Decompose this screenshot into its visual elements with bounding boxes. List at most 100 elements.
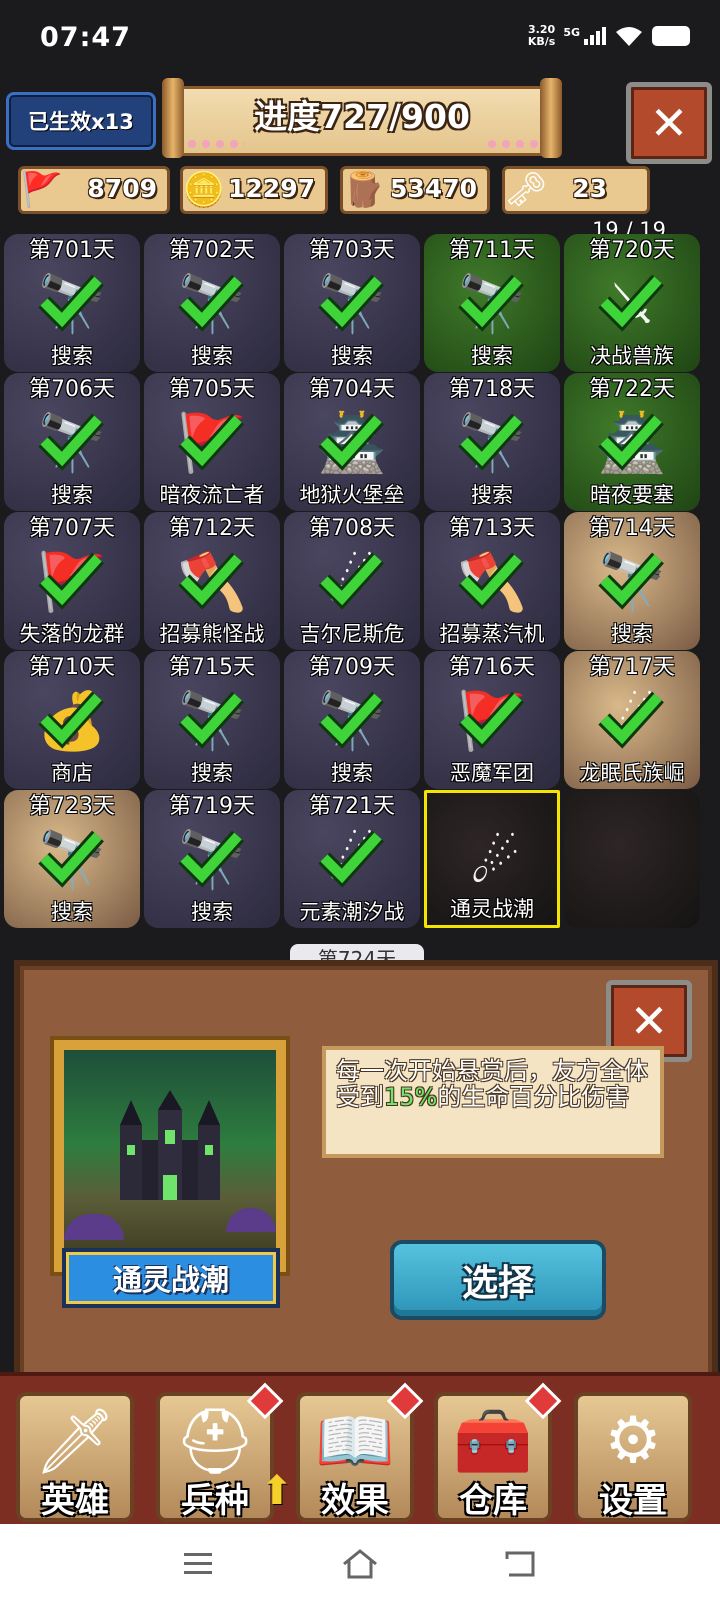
nav-button-sword[interactable]: 🗡 英雄: [16, 1392, 134, 1522]
resource-bar: 🚩 8709 🪙 12297 🪵 53470 🗝 23: [18, 166, 668, 214]
tile-event-name: 搜索: [471, 344, 513, 368]
day-tile[interactable]: [564, 790, 700, 928]
day-tile[interactable]: 🪓 第713天 招募蒸汽机: [424, 512, 560, 650]
check-icon: [318, 413, 384, 471]
status-time: 07:47: [40, 22, 131, 53]
tile-event-name: 搜索: [331, 761, 373, 785]
tile-day-label: 第701天: [29, 238, 115, 263]
gold-coins-icon: 🪙: [182, 170, 226, 210]
close-icon: ✕: [629, 994, 669, 1048]
status-icons: 3.20 KB/s 5G: [528, 24, 690, 48]
sword-icon: 🗡: [34, 1405, 116, 1479]
check-icon: [38, 691, 104, 749]
nav-button-knight-helmet[interactable]: ⛑ 兵种 ⬆: [156, 1382, 294, 1522]
close-button[interactable]: ✕: [626, 82, 712, 164]
day-tile[interactable]: 🔭 第718天 搜索: [424, 373, 560, 511]
check-icon: [458, 552, 524, 610]
day-tile[interactable]: 🚩 第705天 暗夜流亡者: [144, 373, 280, 511]
tile-event-name: 地狱火堡垒: [299, 483, 405, 507]
tile-event-name: 招募蒸汽机: [439, 622, 545, 646]
day-tile[interactable]: 🏯 第704天 地狱火堡垒: [284, 373, 420, 511]
select-button[interactable]: 选择: [390, 1240, 606, 1320]
flower-decoration: [185, 137, 245, 151]
nav-button-spell-book[interactable]: 📖 效果: [296, 1382, 424, 1522]
day-tile[interactable]: 🔭 第706天 搜索: [4, 373, 140, 511]
day-tile[interactable]: 🔭 第703天 搜索: [284, 234, 420, 372]
day-tile[interactable]: 🔭 第723天 搜索: [4, 790, 140, 928]
check-icon: [318, 830, 384, 888]
event-description: 每一次开始悬赏后，友方全体受到15%的生命百分比伤害: [336, 1057, 648, 1111]
tile-event-name: 搜索: [471, 483, 513, 507]
back-icon[interactable]: [498, 1544, 542, 1584]
progress-text: 进度727/900: [254, 97, 470, 136]
check-icon: [598, 413, 664, 471]
day-tile[interactable]: 🔭 第714天 搜索: [564, 512, 700, 650]
check-icon: [38, 413, 104, 471]
tile-day-label: 第720天: [589, 238, 675, 263]
day-tile[interactable]: 🔭 第701天 搜索: [4, 234, 140, 372]
menu-icon[interactable]: [176, 1544, 220, 1584]
wifi-icon: [616, 27, 642, 46]
tile-event-name: 搜索: [191, 344, 233, 368]
day-tile[interactable]: ⚔ 第720天 决战兽族: [564, 234, 700, 372]
tile-event-name: 通灵战潮: [450, 897, 534, 921]
check-icon: [598, 552, 664, 610]
battery-icon: [652, 26, 690, 46]
resource-crystal: 🗝 23: [502, 166, 650, 214]
resource-value: 23: [572, 174, 607, 203]
day-grid: 🔭 第701天 搜索 🔭 第702天 搜索 🔭 第703天 搜索 🔭 第711天 搜索 ⚔ 第720天 决战…: [4, 234, 720, 946]
progress-scroll: 进度727/900: [162, 78, 562, 158]
tile-event-name: 搜索: [51, 344, 93, 368]
spell-book-icon: 📖: [315, 1405, 395, 1479]
check-icon: [318, 691, 384, 749]
day-tile[interactable]: 🚩 第716天 恶魔军团: [424, 651, 560, 789]
day-tile[interactable]: 🪓 第712天 招募熊怪战: [144, 512, 280, 650]
tile-day-label: 第715天: [169, 655, 255, 680]
day-tile[interactable]: 🔭 第711天 搜索: [424, 234, 560, 372]
check-icon: [178, 413, 244, 471]
description-highlight: 15%: [384, 1083, 438, 1111]
tile-day-label: 第713天: [449, 516, 535, 541]
nav-button-treasure-chest[interactable]: 🧰 仓库: [434, 1382, 562, 1522]
nav-label: 兵种: [181, 1481, 249, 1521]
tile-event-name: 暗夜要塞: [590, 483, 674, 507]
event-name-banner: 通灵战潮: [62, 1248, 280, 1308]
nav-label: 仓库: [459, 1481, 527, 1521]
check-icon: [178, 691, 244, 749]
check-icon: [458, 274, 524, 332]
nav-button-gear[interactable]: ⚙ 设置: [574, 1392, 692, 1522]
tile-day-label: 第717天: [589, 655, 675, 680]
wood-logs-icon: 🪵: [342, 170, 386, 210]
check-icon: [38, 274, 104, 332]
haunted-castle-icon: [64, 1050, 276, 1262]
event-description-box: 每一次开始悬赏后，友方全体受到15%的生命百分比伤害: [322, 1046, 664, 1158]
tile-day-label: 第703天: [309, 238, 395, 263]
tile-event-name: 恶魔军团: [450, 761, 534, 785]
tile-day-label: 第709天: [309, 655, 395, 680]
resource-value: 12297: [228, 174, 315, 203]
event-portrait: [50, 1036, 290, 1276]
tile-day-label: 第722天: [589, 377, 675, 402]
active-effects-badge[interactable]: 已生效x13: [6, 92, 156, 150]
day-tile[interactable]: 🔭 第719天 搜索: [144, 790, 280, 928]
resource-value: 53470: [390, 174, 477, 203]
day-tile[interactable]: ☄ 第721天 元素潮汐战: [284, 790, 420, 928]
tile-event-name: 元素潮汐战: [299, 900, 405, 924]
tile-day-label: 第711天: [449, 238, 535, 263]
day-tile[interactable]: 🚩 第707天 失落的龙群: [4, 512, 140, 650]
tile-day-label: 第712天: [169, 516, 255, 541]
check-icon: [458, 691, 524, 749]
day-tile[interactable]: 🔭 第702天 搜索: [144, 234, 280, 372]
home-icon[interactable]: [338, 1544, 382, 1584]
day-tile[interactable]: 🔭 第715天 搜索: [144, 651, 280, 789]
meteor-icon: ☄: [469, 830, 521, 896]
tile-day-label: 第719天: [169, 794, 255, 819]
day-tile[interactable]: 🔭 第709天 搜索: [284, 651, 420, 789]
day-tile[interactable]: 🏯 第722天 暗夜要塞: [564, 373, 700, 511]
resource-wood: 🪵 53470: [340, 166, 490, 214]
day-tile[interactable]: ☄ 第708天 吉尔尼斯危: [284, 512, 420, 650]
day-tile-selected[interactable]: ☄ 通灵战潮: [424, 790, 560, 928]
day-tile[interactable]: ☄ 第717天 龙眠氏族崛: [564, 651, 700, 789]
day-tile[interactable]: 💰 第710天 商店: [4, 651, 140, 789]
check-icon: [178, 274, 244, 332]
